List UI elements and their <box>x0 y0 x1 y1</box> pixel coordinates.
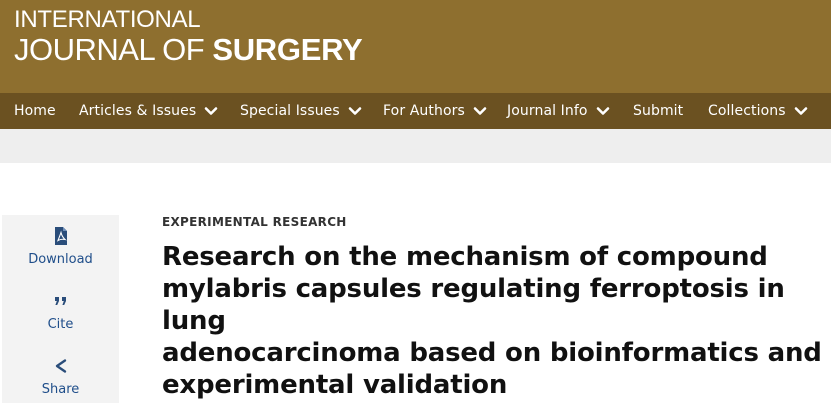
nav-item-label: For Authors <box>383 103 465 119</box>
article-title: Research on the mechanism of compound my… <box>162 241 822 401</box>
nav-item-submit[interactable]: Submit <box>633 93 683 129</box>
nav-item-home[interactable]: Home <box>14 93 56 129</box>
chevron-down-icon <box>596 107 609 115</box>
nav-item-articles-issues[interactable]: Articles & Issues <box>79 93 218 129</box>
nav-item-collections[interactable]: Collections <box>708 93 808 129</box>
nav-item-label: Collections <box>708 103 786 119</box>
article-category: EXPERIMENTAL RESEARCH <box>162 215 347 229</box>
download-button[interactable]: Download <box>2 225 119 281</box>
secondary-bar <box>0 129 831 163</box>
nav-item-label: Journal Info <box>507 103 588 119</box>
chevron-down-icon <box>204 107 218 115</box>
journal-logo[interactable]: INTERNATIONAL JOURNAL OF SURGERY <box>14 6 363 67</box>
chevron-down-icon <box>348 107 362 115</box>
main-nav: Home Articles & Issues Special Issues Fo… <box>0 93 831 129</box>
cite-button[interactable]: Cite <box>2 290 119 346</box>
article-header: EXPERIMENTAL RESEARCH Research on the me… <box>162 215 822 401</box>
nav-item-label: Submit <box>633 103 684 119</box>
nav-item-journal-info[interactable]: Journal Info <box>507 93 610 129</box>
cite-label: Cite <box>47 317 74 332</box>
nav-item-for-authors[interactable]: For Authors <box>383 93 487 129</box>
logo-surgery: SURGERY <box>212 32 363 67</box>
logo-journal-of: JOURNAL OF <box>14 32 213 67</box>
nav-item-label: Special Issues <box>240 103 340 119</box>
logo-line-journal: JOURNAL OF SURGERY <box>14 32 363 67</box>
nav-item-label: Home <box>14 103 56 119</box>
share-icon <box>54 355 68 377</box>
site-header: INTERNATIONAL JOURNAL OF SURGERY <box>0 0 831 93</box>
article-tools-sidebar: Download Cite Share <box>2 215 119 403</box>
article-title-line: Research on the mechanism of compound <box>162 242 768 272</box>
nav-item-label: Articles & Issues <box>79 103 197 119</box>
article-title-line: experimental validation <box>162 370 508 400</box>
quote-icon <box>54 290 68 312</box>
share-button[interactable]: Share <box>2 355 119 403</box>
nav-item-special-issues[interactable]: Special Issues <box>240 93 362 129</box>
download-label: Download <box>28 252 93 267</box>
article-title-line: adenocarcinoma based on bioinformatics a… <box>162 338 822 368</box>
article-title-line: mylabris capsules regulating ferroptosis… <box>162 274 785 336</box>
pdf-download-icon <box>53 225 69 247</box>
logo-line-international: INTERNATIONAL <box>14 6 201 33</box>
share-label: Share <box>41 382 80 397</box>
chevron-down-icon <box>473 107 487 115</box>
chevron-down-icon <box>794 107 807 115</box>
